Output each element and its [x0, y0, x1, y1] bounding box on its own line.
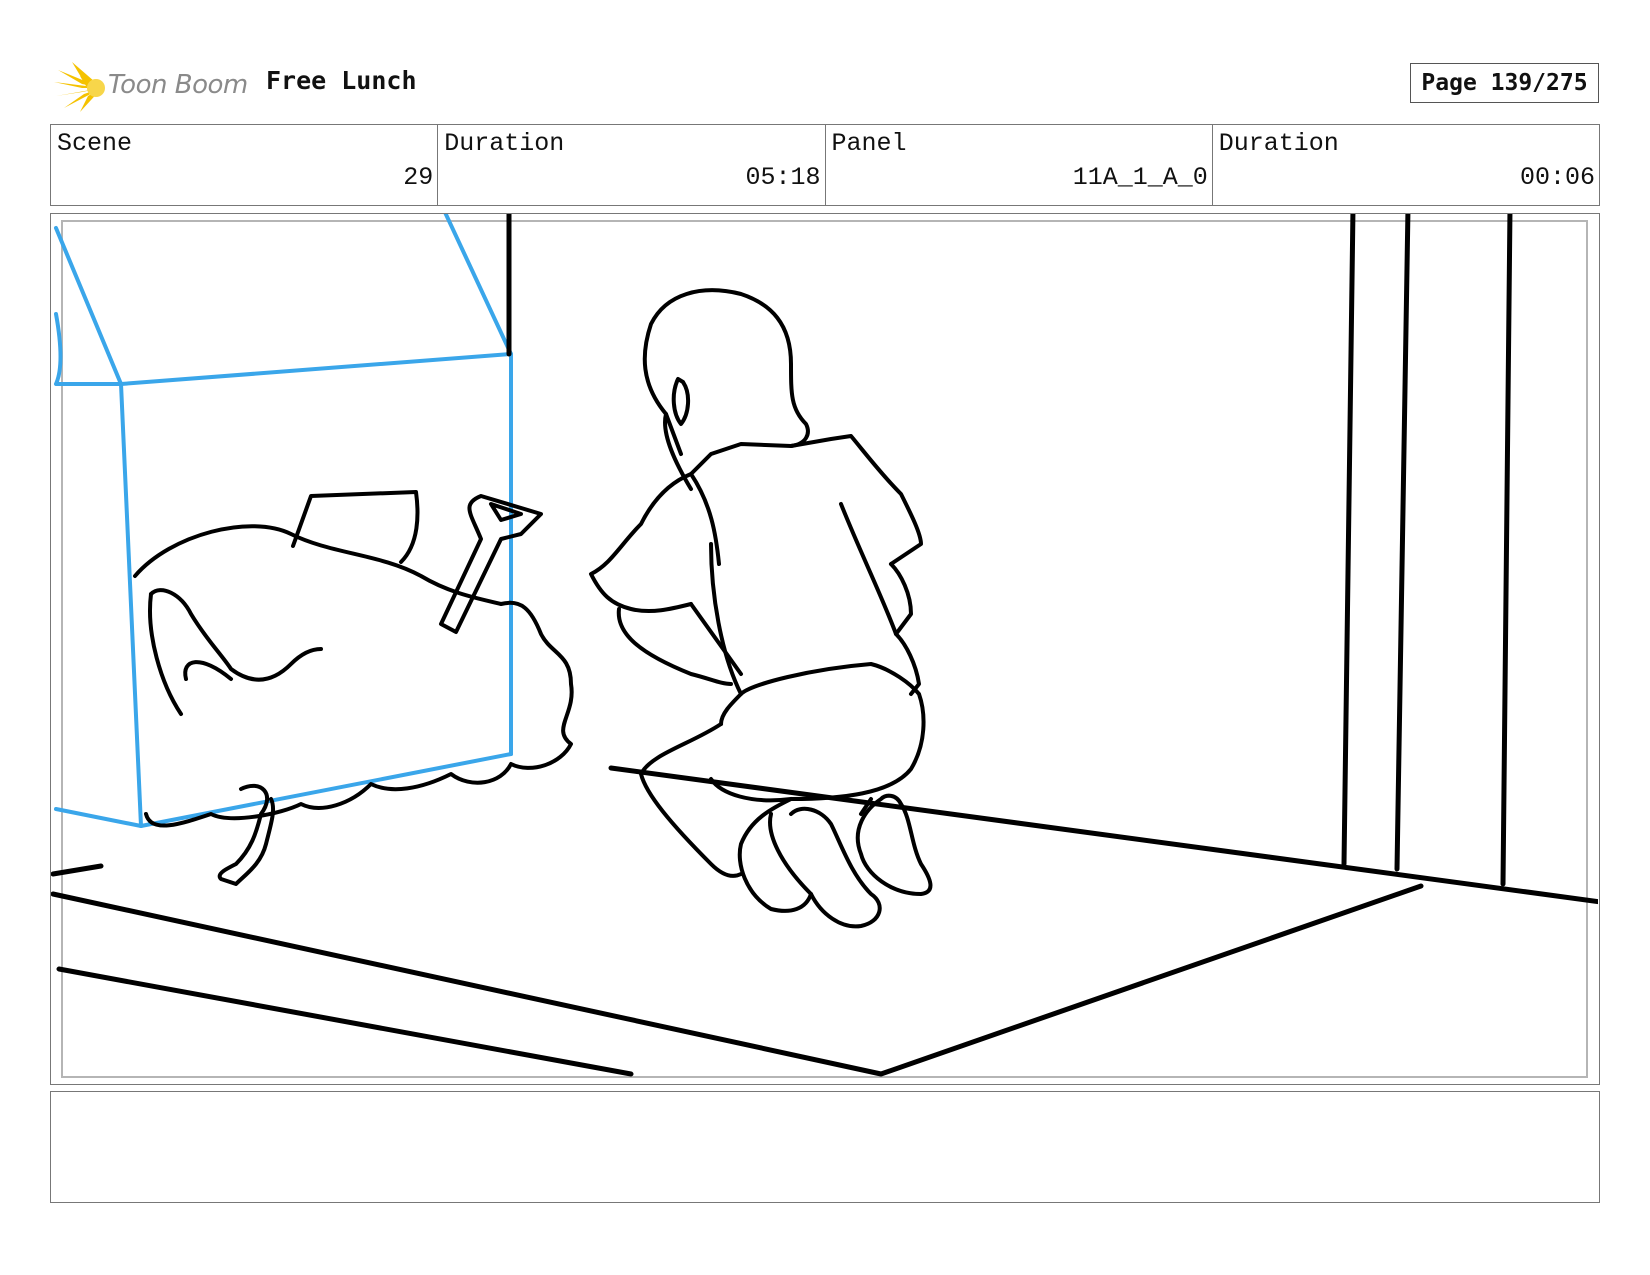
- scene-cell: Scene 29: [51, 125, 439, 205]
- panel-duration-label: Duration: [1218, 129, 1339, 158]
- panel-notes-box: [50, 1091, 1600, 1203]
- panel-label: Panel: [831, 129, 907, 158]
- panel-info-row: Scene 29 Duration 05:18 Panel 11A_1_A_0 …: [50, 124, 1600, 206]
- panel-cell: Panel 11A_1_A_0: [826, 125, 1213, 205]
- creature-sketch: [133, 490, 574, 886]
- panel-duration-cell: Duration 00:06: [1213, 125, 1599, 205]
- scene-value: 29: [403, 163, 434, 192]
- scene-duration-value: 05:18: [745, 163, 821, 192]
- page-indicator: Page 139/275: [1410, 63, 1599, 103]
- starburst-icon: [54, 62, 105, 112]
- blue-guide-box: [54, 214, 513, 828]
- panel-value: 11A_1_A_0: [1072, 163, 1208, 192]
- panel-duration-value: 00:06: [1519, 163, 1595, 192]
- project-title: Free Lunch: [266, 66, 417, 95]
- toon-boom-logo: Toon Boom: [52, 58, 248, 114]
- logo-text: Toon Boom: [108, 70, 248, 100]
- scene-duration-cell: Duration 05:18: [438, 125, 826, 205]
- scene-label: Scene: [57, 129, 133, 158]
- storyboard-panel: [50, 213, 1600, 1085]
- background-lines: [51, 214, 1598, 1077]
- scene-duration-label: Duration: [444, 129, 565, 158]
- panel-sketch: [51, 214, 1598, 1077]
- character-sketch: [589, 288, 933, 929]
